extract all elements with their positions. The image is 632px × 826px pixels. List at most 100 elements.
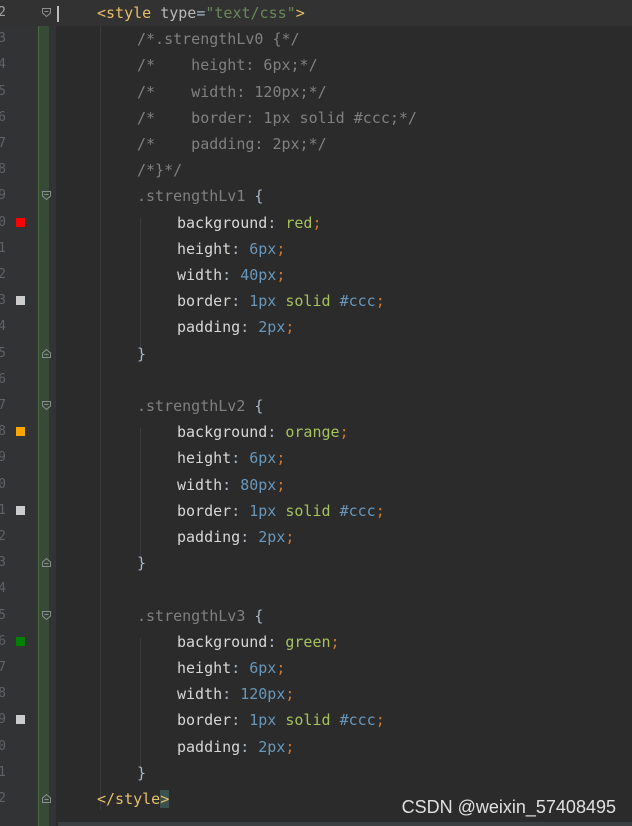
code-line[interactable]: 9 height: 6px;	[0, 445, 632, 471]
line-number: 0	[0, 476, 6, 492]
code-text[interactable]: border: 1px solid #ccc;	[177, 707, 385, 733]
code-line[interactable]: 2 <style type="text/css">	[0, 0, 632, 26]
code-token: width	[177, 266, 223, 284]
code-text[interactable]: /* width: 120px;*/	[137, 79, 327, 105]
code-text[interactable]: /*}*/	[137, 157, 182, 183]
code-text[interactable]: height: 6px;	[177, 236, 285, 262]
code-text[interactable]: background: red;	[177, 210, 322, 236]
code-line[interactable]: 6	[0, 367, 632, 393]
line-number: 5	[0, 607, 6, 623]
code-line[interactable]: 0 width: 80px;	[0, 472, 632, 498]
code-text[interactable]: padding: 2px;	[177, 734, 294, 760]
code-text[interactable]: }	[137, 341, 146, 367]
code-token: border	[177, 711, 232, 730]
code-text[interactable]: height: 6px;	[177, 445, 285, 471]
code-token: :	[222, 266, 241, 284]
code-text[interactable]: background: green;	[177, 629, 340, 655]
line-number: 7	[0, 136, 6, 151]
code-line[interactable]: 0 background: red;	[0, 210, 632, 236]
color-swatch-icon[interactable]	[16, 427, 25, 437]
code-line[interactable]: 1 height: 6px;	[0, 236, 632, 262]
code-text[interactable]: width: 80px;	[177, 472, 285, 498]
code-line[interactable]: 5}	[0, 341, 632, 367]
code-token: ;	[375, 501, 385, 520]
code-line[interactable]: 8 background: orange;	[0, 419, 632, 445]
code-line[interactable]: 4 padding: 2px;	[0, 314, 632, 340]
code-token: border	[177, 292, 232, 311]
code-token: :	[231, 292, 250, 311]
code-line[interactable]: 6 /* border: 1px solid #ccc;*/	[0, 105, 632, 131]
code-token: {	[245, 397, 264, 415]
code-text[interactable]: padding: 2px;	[177, 524, 294, 550]
code-line[interactable]: 2 width: 40px;	[0, 262, 632, 288]
line-number: 1	[0, 240, 6, 256]
code-token: >	[295, 4, 305, 22]
code-token: 40	[240, 266, 259, 284]
code-text[interactable]: /* padding: 2px;*/	[137, 131, 327, 157]
code-text[interactable]: height: 6px;	[177, 655, 285, 681]
code-text[interactable]: width: 40px;	[177, 262, 285, 288]
code-token: :	[231, 711, 250, 730]
horizontal-scrollbar[interactable]	[58, 822, 632, 826]
color-swatch-icon[interactable]	[16, 636, 25, 646]
color-swatch-icon[interactable]	[16, 715, 25, 725]
code-token: .strengthLv3	[137, 606, 246, 625]
line-number: 0	[0, 738, 6, 754]
line-number: 7	[0, 398, 6, 413]
code-line[interactable]: 4 /* height: 6px;*/	[0, 52, 632, 78]
code-line[interactable]: 2 padding: 2px;	[0, 524, 632, 550]
code-token: .strengthLv2	[137, 397, 246, 415]
code-text[interactable]: width: 120px;	[177, 681, 294, 707]
code-text[interactable]: /* border: 1px solid #ccc;*/	[137, 105, 417, 131]
code-line[interactable]: 7 /* padding: 2px;*/	[0, 131, 632, 157]
code-text[interactable]: border: 1px solid #ccc;	[177, 288, 385, 314]
code-text[interactable]: border: 1px solid #ccc;	[177, 498, 385, 524]
code-text[interactable]: /*.strengthLv0 {*/	[137, 26, 300, 52]
code-line[interactable]: 4	[0, 576, 632, 602]
color-swatch-icon[interactable]	[16, 505, 25, 515]
code-line[interactable]: 3 border: 1px solid #ccc;	[0, 288, 632, 314]
code-token: height	[177, 239, 232, 258]
fold-open-icon[interactable]	[42, 8, 51, 18]
code-text[interactable]: .strengthLv1 {	[137, 183, 263, 209]
code-token: solid	[285, 711, 331, 730]
code-text[interactable]: </style>	[97, 786, 170, 812]
fold-close-icon[interactable]	[42, 793, 51, 803]
code-token: ;	[375, 711, 385, 730]
code-line[interactable]: 7 .strengthLv2 {	[0, 393, 632, 419]
code-line[interactable]: 9 border: 1px solid #ccc;	[0, 707, 632, 733]
code-line[interactable]: 0 padding: 2px;	[0, 734, 632, 760]
code-text[interactable]: background: orange;	[177, 419, 349, 445]
code-text[interactable]: .strengthLv2 {	[137, 393, 263, 419]
code-text[interactable]: /* height: 6px;*/	[137, 52, 318, 78]
code-line[interactable]: 1}	[0, 760, 632, 786]
code-editor[interactable]: 2 <style type="text/css"> 3 /*.strengthLv0 …	[0, 0, 632, 826]
fold-close-icon[interactable]	[42, 348, 51, 358]
code-line[interactable]: 9 .strengthLv1 {	[0, 183, 632, 209]
color-swatch-icon[interactable]	[16, 296, 25, 306]
code-line[interactable]: 7 height: 6px;	[0, 655, 632, 681]
fold-open-icon[interactable]	[42, 191, 51, 201]
line-number: 5	[0, 83, 6, 99]
code-line[interactable]: 1 border: 1px solid #ccc;	[0, 498, 632, 524]
color-swatch-icon[interactable]	[16, 217, 25, 227]
code-text[interactable]: }	[137, 550, 146, 576]
code-line[interactable]: 3 /*.strengthLv0 {*/	[0, 26, 632, 52]
code-text[interactable]: <style type="text/css">	[97, 0, 305, 26]
code-line[interactable]: 8 /*}*/	[0, 157, 632, 183]
code-line[interactable]: 8 width: 120px;	[0, 681, 632, 707]
line-number: 5	[0, 345, 6, 361]
code-line[interactable]: 3}	[0, 550, 632, 576]
fold-close-icon[interactable]	[42, 558, 51, 568]
fold-open-icon[interactable]	[42, 610, 51, 620]
code-text[interactable]: padding: 2px;	[177, 314, 294, 340]
code-line[interactable]: 5 /* width: 120px;*/	[0, 79, 632, 105]
code-token: px	[258, 239, 277, 258]
code-text[interactable]: .strengthLv3 {	[137, 603, 263, 629]
code-line[interactable]: 5 .strengthLv3 {	[0, 603, 632, 629]
fold-open-icon[interactable]	[42, 401, 51, 411]
code-text[interactable]: }	[137, 760, 146, 786]
code-line[interactable]: 6 background: green;	[0, 629, 632, 655]
line-number: 6	[0, 109, 6, 125]
